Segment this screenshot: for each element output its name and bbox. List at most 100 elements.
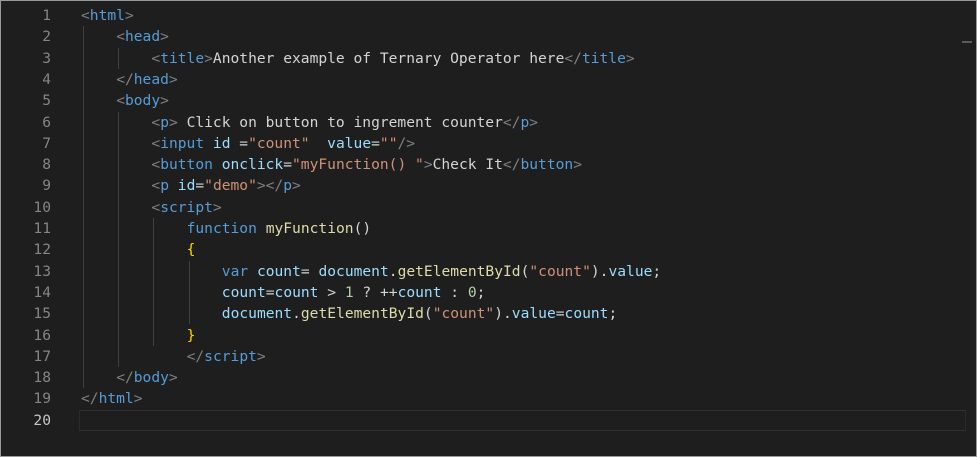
line-number: 10: [33, 198, 51, 216]
code-token: >: [133, 390, 143, 408]
code-token: =: [371, 134, 380, 152]
code-token: >: [160, 92, 169, 110]
code-token: value: [608, 262, 653, 280]
code-token: button: [160, 156, 213, 174]
code-token: input: [160, 134, 205, 152]
code-token: =: [265, 283, 275, 301]
code-line[interactable]: <input id ="count" value=""/>: [81, 133, 415, 154]
code-line[interactable]: <title>Another example of Ternary Operat…: [81, 48, 634, 69]
code-token: >: [529, 113, 539, 131]
indent-guide: [118, 111, 120, 368]
code-token: "count": [248, 134, 310, 152]
code-line[interactable]: function myFunction(): [81, 218, 372, 239]
code-token: script: [204, 347, 257, 365]
code-token: <: [151, 113, 161, 131]
code-token: :: [441, 283, 468, 301]
line-number: 14: [33, 283, 51, 301]
code-line[interactable]: [79, 409, 966, 431]
code-line[interactable]: </head>: [81, 69, 178, 90]
code-token: (: [423, 305, 433, 323]
code-token: />: [397, 134, 416, 152]
code-token: "myFunction() ": [292, 156, 424, 174]
code-line[interactable]: <html>: [81, 5, 134, 26]
code-token: =: [230, 134, 249, 152]
code-token: title: [160, 49, 205, 67]
code-token: count: [397, 283, 442, 301]
code-token: ? ++: [353, 283, 398, 301]
code-token: head: [124, 28, 161, 46]
code-editor[interactable]: 1 2 3 4 5 6 7 8 9 10 11 12 13 14 15 16 17 18 19 20 <html> <h…: [0, 0, 977, 457]
line-number: 1: [42, 7, 51, 24]
code-token: =: [283, 156, 293, 174]
code-line[interactable]: <head>: [81, 26, 169, 47]
code-line[interactable]: {: [81, 239, 196, 260]
code-token: >: [124, 7, 134, 24]
line-number: 11: [33, 220, 51, 237]
code-token: "count": [529, 262, 591, 280]
code-token: </: [116, 70, 134, 88]
code-token: value: [327, 134, 372, 152]
code-area[interactable]: <html> <head> <title>Another example of Te…: [79, 5, 976, 456]
code-token: </: [564, 49, 582, 67]
code-token: <: [151, 134, 161, 152]
code-line[interactable]: </body>: [81, 367, 178, 388]
code-token: >: [423, 156, 433, 174]
line-number: 2: [42, 28, 51, 46]
code-token: >: [292, 177, 301, 195]
code-token: id: [212, 134, 231, 152]
code-token: p: [160, 177, 169, 195]
code-token: value: [511, 305, 556, 323]
code-token: p: [160, 113, 169, 131]
indent-guide: [83, 26, 84, 389]
code-token: Check It: [432, 156, 503, 174]
code-token: onclick: [221, 156, 284, 174]
code-token: body: [124, 92, 161, 110]
line-number: 16: [33, 326, 51, 344]
code-line[interactable]: <p > Click on button to ingrement counter…: [81, 112, 538, 133]
code-token: <: [151, 198, 161, 216]
code-line[interactable]: <p id="demo"></p>: [81, 175, 301, 196]
code-line[interactable]: }: [81, 325, 196, 346]
code-line[interactable]: </script>: [81, 346, 266, 367]
line-number: 5: [42, 92, 51, 110]
line-number: 15: [33, 305, 51, 323]
code-token: <: [151, 156, 161, 174]
code-line[interactable]: <body>: [81, 90, 169, 111]
code-line[interactable]: count=count > 1 ? ++count : 0;: [81, 282, 486, 303]
code-token: =: [195, 177, 205, 195]
code-token: html: [98, 390, 134, 408]
code-token: 1: [344, 283, 354, 301]
code-token: "count": [432, 305, 495, 323]
code-token: count: [564, 305, 609, 323]
line-number-gutter: 1 2 3 4 5 6 7 8 9 10 11 12 13 14 15 16 17 18 19 20: [1, 1, 59, 456]
scrollbar-marker[interactable]: [962, 41, 972, 43]
code-token: >: [212, 198, 222, 216]
code-token: body: [133, 369, 169, 387]
code-token: >: [318, 283, 345, 301]
code-token: (): [353, 220, 372, 237]
code-token: count: [256, 262, 301, 280]
code-token: count: [274, 283, 319, 301]
code-token: Click on button to ingrement counter: [177, 113, 503, 131]
code-token: </: [502, 156, 521, 174]
code-token: ></: [256, 177, 284, 195]
code-line[interactable]: <button onclick="myFunction() ">Check It…: [81, 154, 582, 175]
code-token: head: [133, 70, 169, 88]
indent-guide: [118, 47, 120, 69]
code-token: getElementById: [300, 305, 424, 323]
code-line[interactable]: var count= document.getElementById("coun…: [81, 261, 661, 282]
code-line[interactable]: <script>: [81, 197, 222, 218]
line-number: 20: [33, 411, 51, 429]
code-token: </: [81, 390, 99, 408]
code-token: count: [221, 283, 266, 301]
code-token: script: [160, 198, 213, 216]
code-token: >: [573, 156, 582, 174]
code-line[interactable]: document.getElementById("count").value=c…: [81, 303, 617, 324]
code-token: <: [116, 92, 125, 110]
code-line[interactable]: </html>: [81, 388, 143, 409]
line-number: 19: [33, 390, 51, 408]
code-token: <: [81, 7, 90, 24]
code-token: document: [221, 305, 293, 323]
